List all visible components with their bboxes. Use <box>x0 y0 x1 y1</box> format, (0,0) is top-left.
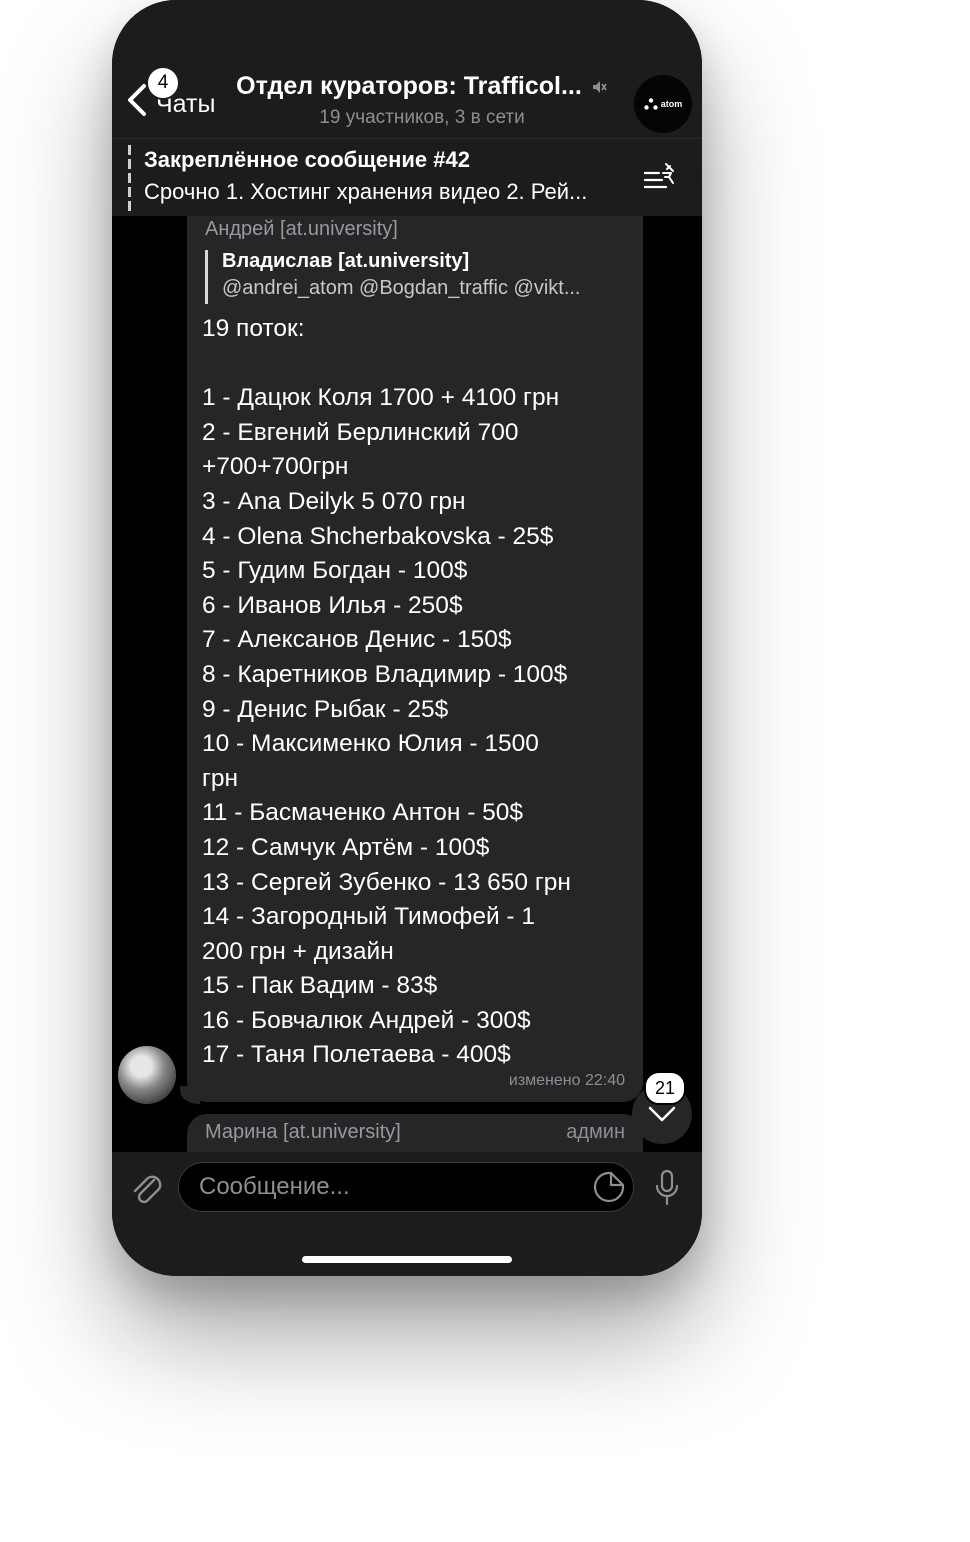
back-button[interactable]: 4 Чаты <box>122 66 215 130</box>
message-input[interactable]: Сообщение... <box>178 1162 634 1212</box>
message-sender-next: Марина [at.university] <box>205 1121 401 1143</box>
chat-title: Отдел кураторов: Trafficol... <box>236 72 608 101</box>
mute-icon <box>592 80 607 93</box>
pin-list-icon[interactable] <box>642 161 678 195</box>
pinned-text: Срочно 1. Хостинг хранения видео 2. Рей.… <box>144 179 588 204</box>
home-indicator[interactable] <box>302 1256 512 1263</box>
admin-label: админ <box>566 1121 625 1143</box>
group-avatar[interactable]: atom <box>634 75 692 133</box>
sender-avatar[interactable] <box>118 1046 176 1104</box>
chat-title-area[interactable]: Отдел кураторов: Trafficol... 19 участни… <box>222 72 622 129</box>
reply-text: @andrei_atom @Bogdan_traffic @vikt... <box>222 277 581 299</box>
message-input-placeholder: Сообщение... <box>199 1173 350 1200</box>
sticker-icon[interactable] <box>592 1170 626 1204</box>
unread-badge: 4 <box>146 66 180 100</box>
chat-header: 4 Чаты Отдел кураторов: Trafficol... 19 … <box>112 0 702 138</box>
reply-quote[interactable]: Владислав [at.university] @andrei_atom @… <box>205 250 629 304</box>
message-text: 19 поток: 1 - Дацюк Коля 1700 + 4100 грн… <box>202 315 571 1069</box>
paperclip-icon[interactable] <box>128 1168 164 1208</box>
bubble-tail <box>180 1086 200 1104</box>
message-meta: изменено 22:40 <box>508 1072 625 1089</box>
chat-title-text: Отдел кураторов: Trafficol... <box>236 72 582 100</box>
pinned-indicator <box>128 145 131 213</box>
pinned-message-bar[interactable]: Закреплённое сообщение #42 Срочно 1. Хос… <box>112 138 702 217</box>
avatar-logo-text: atom <box>660 99 683 109</box>
message-bubble-next[interactable]: Марина [at.university] админ <box>187 1114 643 1152</box>
chevron-down-icon <box>648 1106 676 1122</box>
phone-frame: 4 Чаты Отдел кураторов: Trafficol... 19 … <box>112 0 702 1276</box>
message-bubble[interactable]: Андрей [at.university] Владислав [at.uni… <box>187 216 643 1102</box>
unread-count-badge: 21 <box>644 1071 686 1105</box>
reply-author: Владислав [at.university] <box>222 250 470 272</box>
message-list[interactable]: Андрей [at.university] Владислав [at.uni… <box>112 216 702 1152</box>
message-sender: Андрей [at.university] <box>205 218 398 240</box>
atom-logo-icon <box>644 98 658 110</box>
message-composer: Сообщение... <box>112 1152 702 1276</box>
chat-subtitle: 19 участников, 3 в сети <box>319 107 525 128</box>
microphone-icon[interactable] <box>652 1168 682 1208</box>
pinned-title: Закреплённое сообщение #42 <box>144 147 470 172</box>
